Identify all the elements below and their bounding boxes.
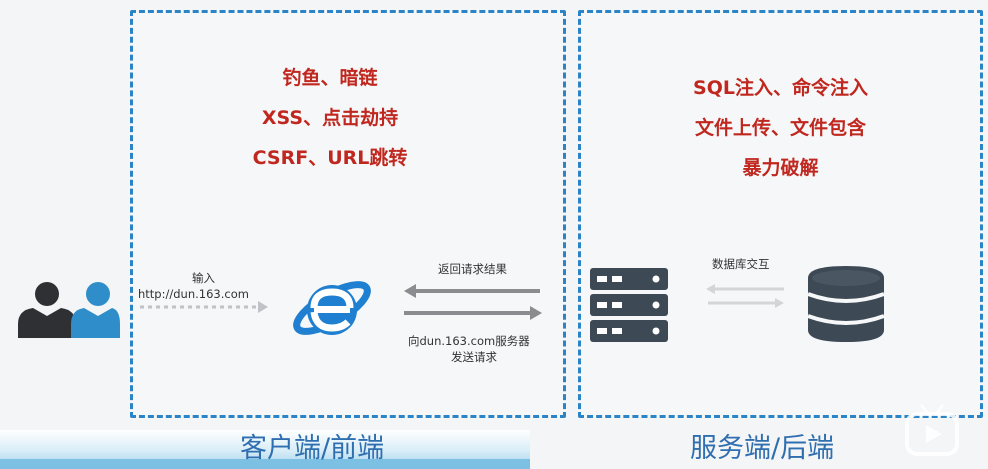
server-threat-item: 文件上传、文件包含: [694, 117, 866, 139]
url-text: http://dun.163.com: [138, 287, 249, 301]
server-icon: [590, 268, 668, 342]
server-threat-item: 暴力破解: [742, 157, 819, 179]
client-threat-list: 钓鱼、暗链 XSS、点击劫持 CSRF、URL跳转: [200, 58, 460, 178]
request-label-line1: 向dun.163.com服务器: [408, 334, 530, 348]
db-interaction-arrows: [706, 284, 784, 308]
play-icon[interactable]: [904, 404, 960, 458]
response-label: 返回请求结果: [438, 262, 507, 276]
ie-browser-icon: [293, 281, 371, 335]
request-arrow: [404, 306, 542, 320]
users-icon: [18, 282, 120, 338]
database-icon: [807, 266, 885, 342]
client-threat-item: CSRF、URL跳转: [252, 147, 408, 169]
db-interaction-label: 数据库交互: [712, 257, 770, 271]
client-threat-item: XSS、点击劫持: [261, 107, 399, 129]
response-arrow: [404, 284, 540, 298]
server-threat-list: SQL注入、命令注入 文件上传、文件包含 暴力破解: [648, 68, 913, 188]
request-label-line2: 发送请求: [451, 350, 497, 364]
input-arrow: [140, 301, 268, 313]
client-threat-item: 钓鱼、暗链: [282, 67, 378, 89]
server-threat-item: SQL注入、命令注入: [693, 77, 868, 99]
server-footer-label: 服务端/后端: [690, 433, 835, 464]
client-footer-label: 客户端/前端: [240, 433, 385, 464]
input-label: 输入: [192, 271, 215, 285]
